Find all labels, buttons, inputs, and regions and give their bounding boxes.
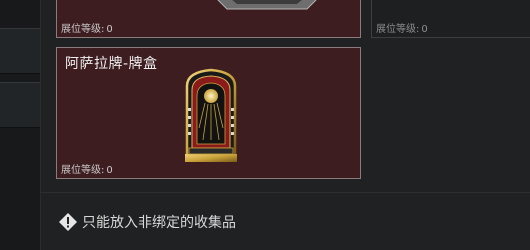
- side-tab[interactable]: [0, 28, 40, 74]
- warning-icon: [59, 213, 77, 231]
- display-level: 展位等级: 0: [61, 165, 113, 176]
- notice-text: 只能放入非绑定的收集品: [82, 215, 236, 231]
- display-level: 展位等级: 0: [376, 24, 428, 35]
- side-tab[interactable]: [0, 82, 40, 128]
- item-name: 阿萨拉牌-牌盒: [65, 56, 158, 72]
- display-slot-card[interactable]: 展位等级: 0: [56, 0, 361, 38]
- display-slot-card[interactable]: 展位等级: 0: [371, 0, 530, 38]
- item-thumbnail-icon: [217, 0, 317, 10]
- card-box-icon: [185, 68, 237, 162]
- display-slot-card[interactable]: 阿萨拉牌-牌盒 展位等级: 0: [56, 47, 361, 179]
- left-rail: [0, 0, 41, 250]
- binding-notice: 只能放入非绑定的收集品: [58, 211, 236, 233]
- divider: [41, 192, 530, 193]
- display-level: 展位等级: 0: [61, 24, 113, 35]
